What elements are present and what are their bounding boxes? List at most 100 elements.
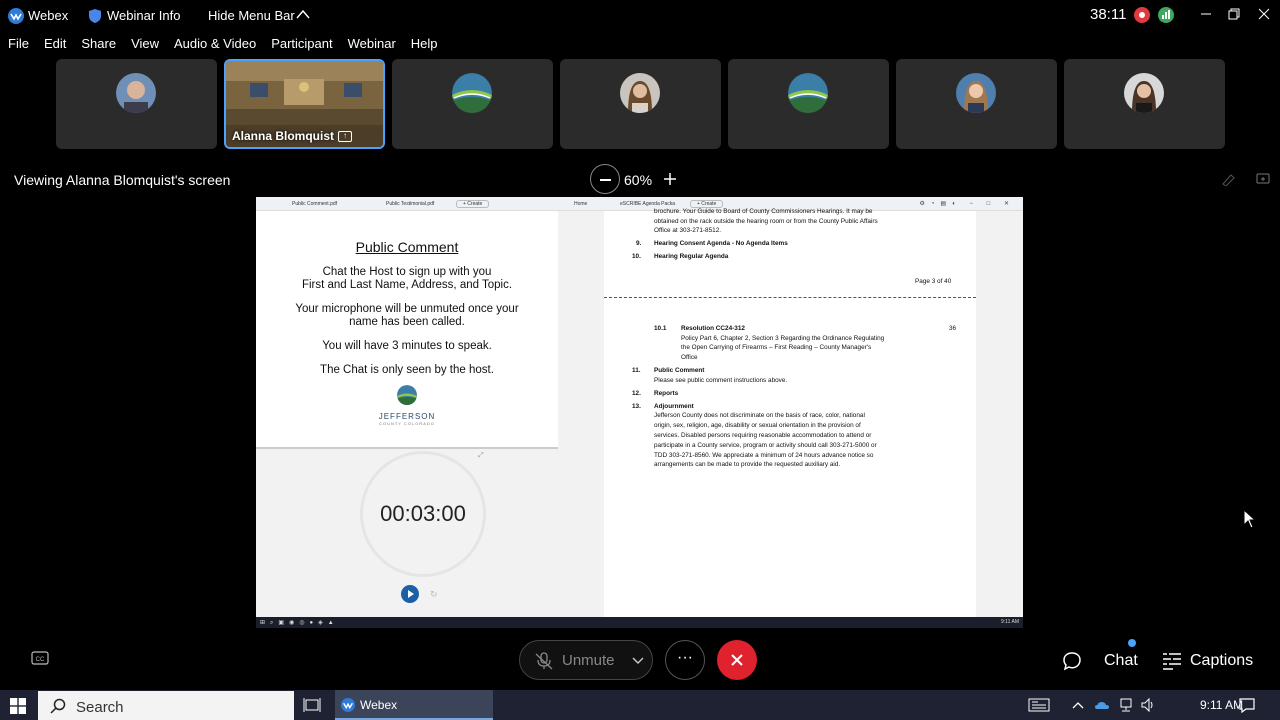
search-placeholder: Search (76, 699, 124, 716)
restore-icon[interactable] (1224, 4, 1244, 24)
participant-tile[interactable] (392, 59, 553, 149)
hide-menu-bar-button[interactable]: Hide Menu Bar (208, 8, 295, 23)
taskbar-app-label: Webex (360, 698, 398, 712)
tab-create: + Create (456, 200, 490, 208)
agenda-text: brochure. Your Guide to Board of County … (654, 208, 873, 215)
cursor-icon (1243, 509, 1257, 529)
windows-start-icon[interactable] (10, 698, 26, 714)
network-stats-icon[interactable] (1158, 7, 1174, 23)
agenda-item-title: Reports (654, 390, 679, 397)
zoom-out-button[interactable] (590, 164, 620, 194)
zoom-in-icon[interactable] (662, 171, 678, 187)
menu-participant[interactable]: Participant (271, 34, 332, 54)
taskbar-clock[interactable]: 9:11 AM (1200, 698, 1243, 712)
menu-view[interactable]: View (131, 34, 159, 54)
jefferson-county-logo-avatar (788, 73, 828, 113)
search-icon (50, 698, 66, 714)
expand-icon: ⤢ (478, 452, 484, 459)
webinar-info-button[interactable]: Webinar Info (107, 8, 180, 23)
webex-logo-icon (341, 698, 355, 712)
browser-tabs: Public Comment.pdf Public Testimonial.pd… (256, 197, 558, 211)
avatar (1124, 73, 1164, 113)
app-name: Webex (28, 8, 69, 23)
chevron-up-icon[interactable] (296, 9, 310, 19)
jefferson-county-logo-avatar (452, 73, 492, 113)
agenda-document: brochure. Your Guide to Board of County … (604, 208, 976, 617)
agenda-item-number: 11. (632, 367, 641, 374)
title-bar: Webex Webinar Info Hide Menu Bar 38:11 (0, 0, 1280, 32)
document-title: Public Comment (355, 239, 459, 255)
shared-screen[interactable]: Public Comment.pdf Public Testimonial.pd… (256, 197, 1023, 628)
avatar (956, 73, 996, 113)
participant-tile[interactable] (896, 59, 1057, 149)
agenda-item-title: Public Comment (654, 367, 705, 374)
network-icon[interactable] (1118, 697, 1134, 713)
agenda-text: Please see public comment instructions a… (654, 377, 788, 384)
agenda-item-number: 10.1 (654, 325, 667, 332)
minimize-icon[interactable] (1196, 4, 1216, 24)
participant-tile[interactable] (56, 59, 217, 149)
captions-icon (1163, 653, 1181, 670)
agenda-item-number: 9. (636, 240, 642, 247)
agenda-text: Jefferson County does not discriminate o… (654, 412, 865, 419)
news-icon[interactable] (1028, 697, 1050, 713)
tab-public-comment: Public Comment.pdf (292, 201, 338, 207)
chat-button[interactable]: Chat (1062, 650, 1138, 672)
unmute-button[interactable]: Unmute (519, 640, 653, 680)
zoom-level: 60% (624, 172, 653, 188)
menu-webinar[interactable]: Webinar (348, 34, 396, 54)
page-break (604, 297, 976, 298)
webex-logo-icon (8, 8, 24, 24)
window-controls: ⚙◔▤◐ − □ ✕ (919, 201, 1015, 207)
recording-icon[interactable] (1134, 7, 1150, 23)
agenda-item-title: Resolution CC24-312 (681, 325, 745, 332)
taskbar-search[interactable]: Search (38, 691, 294, 720)
pdf-viewer-left: Public Comment.pdf Public Testimonial.pd… (256, 197, 558, 617)
menu-help[interactable]: Help (411, 34, 438, 54)
notification-icon[interactable] (1238, 697, 1256, 713)
menu-audio-video[interactable]: Audio & Video (174, 34, 256, 54)
unmute-label: Unmute (562, 652, 615, 669)
close-icon[interactable] (1254, 4, 1274, 24)
logo-text: JEFFERSON (378, 412, 436, 421)
closed-caption-icon[interactable]: CC (31, 651, 49, 665)
participant-tile[interactable] (560, 59, 721, 149)
viewing-label: Viewing Alanna Blomquist's screen (14, 172, 231, 188)
chat-icon (1063, 652, 1081, 671)
onedrive-icon[interactable] (1094, 697, 1110, 713)
participant-strip: Alanna Blomquist ↑ (56, 59, 1225, 149)
shield-icon[interactable] (88, 8, 102, 24)
participant-name-text: Alanna Blomquist (232, 129, 335, 143)
agenda-text: participate in a County service, program… (654, 442, 877, 449)
pop-out-icon[interactable] (1255, 171, 1271, 187)
sharing-icon: ↑ (338, 130, 353, 142)
agenda-item-title: Hearing Consent Agenda - No Agenda Items (654, 240, 788, 247)
volume-icon[interactable] (1140, 697, 1156, 713)
task-view-icon[interactable] (303, 697, 321, 713)
pdf-viewer-right: Home eSCRIBE Agenda Packa + Create ⚙◔▤◐ … (558, 197, 1023, 617)
leave-button[interactable] (717, 640, 757, 680)
agenda-text: Office (681, 354, 698, 361)
close-icon (731, 654, 743, 666)
timer-widget: 00:03:00 ⤢ ↻ (256, 447, 558, 617)
annotate-icon[interactable] (1221, 172, 1237, 186)
participant-tile[interactable] (1064, 59, 1225, 149)
document-text: name has been called. (349, 316, 465, 328)
menu-edit[interactable]: Edit (44, 34, 66, 54)
captions-button[interactable]: Captions (1162, 650, 1253, 672)
more-options-button[interactable]: ··· (665, 640, 705, 680)
menu-share[interactable]: Share (81, 34, 116, 54)
chat-label: Chat (1104, 652, 1138, 669)
participant-tile[interactable] (728, 59, 889, 149)
tab-public-testimonial: Public Testimonial.pdf (386, 201, 435, 207)
reset-icon: ↻ (430, 589, 438, 599)
taskbar-webex-app[interactable]: Webex (335, 690, 493, 720)
jefferson-county-logo-icon (397, 385, 417, 405)
chevron-up-icon[interactable] (1070, 697, 1086, 713)
document-text: Chat the Host to sign up with you (322, 266, 492, 278)
menu-file[interactable]: File (8, 34, 29, 54)
participant-tile-active-speaker[interactable]: Alanna Blomquist ↑ (224, 59, 385, 149)
menu-bar: File Edit Share View Audio & Video Parti… (0, 34, 445, 54)
windows-taskbar: Search Webex 9:11 AM (0, 690, 1280, 720)
chevron-down-icon[interactable] (632, 655, 644, 665)
